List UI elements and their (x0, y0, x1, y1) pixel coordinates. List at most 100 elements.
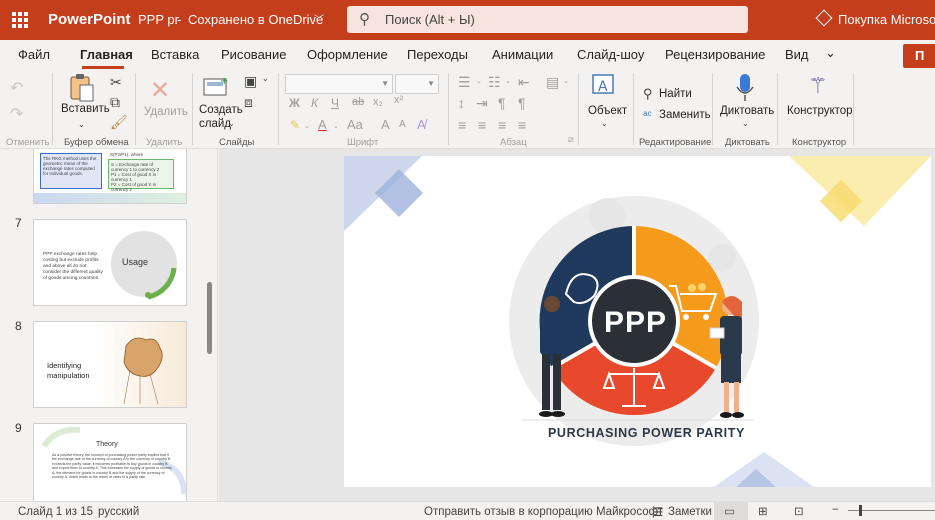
microphone-icon[interactable] (735, 73, 755, 105)
font-name-select[interactable]: ▼ (285, 74, 393, 94)
format-painter-icon[interactable]: 🖌 (110, 115, 128, 129)
notes-button[interactable]: Заметки (668, 506, 712, 518)
search-box[interactable]: ⚲ Поиск (Alt + Ы) (347, 6, 748, 33)
reuse-slides-icon[interactable]: ⧈ (244, 95, 253, 109)
share-button[interactable]: П (903, 44, 935, 68)
numbering-icon[interactable]: ☷ (488, 75, 501, 89)
language-indicator[interactable]: русский (98, 506, 139, 518)
align-text-icon[interactable]: ▤ (546, 75, 559, 89)
slide-thumbnail[interactable]: Theory As a positive theory, the concept… (33, 423, 187, 501)
chevron-down-icon[interactable]: ⌄ (304, 123, 310, 130)
redo-icon[interactable]: ↷ (10, 107, 23, 123)
text-effects-icon[interactable]: Aa (347, 118, 363, 131)
tab-insert[interactable]: Вставка (151, 47, 199, 62)
ppp-badge-text: PPP (604, 306, 668, 339)
tab-review[interactable]: Рецензирование (665, 47, 765, 62)
chevron-down-icon[interactable]: ﹀ (314, 11, 324, 26)
tab-design[interactable]: Оформление (307, 47, 388, 62)
line-spacing-icon[interactable]: ↕ (458, 96, 465, 110)
notes-icon[interactable]: ☰ (653, 505, 663, 519)
font-size-select[interactable]: ▼ (395, 74, 439, 94)
subscript-button[interactable]: x₂ (373, 97, 383, 108)
align-left-icon[interactable]: ≡ (458, 118, 466, 132)
delete-button[interactable]: Удалить (144, 106, 188, 118)
new-slide-icon[interactable]: + (203, 75, 229, 99)
chevron-down-icon[interactable]: ⌄ (476, 78, 482, 85)
rtl-icon[interactable]: ¶ (518, 96, 526, 110)
chevron-down-icon[interactable]: ⌄ (505, 78, 511, 85)
highlight-icon[interactable]: ✎ (290, 119, 300, 131)
dialog-launcher-icon[interactable]: ⧄ (568, 135, 574, 144)
bullets-icon[interactable]: ☰ (458, 75, 471, 89)
superscript-button[interactable]: x² (394, 95, 403, 106)
slide-sorter-icon[interactable]: ⊞ (758, 504, 768, 518)
italic-button[interactable]: К (311, 97, 318, 109)
new-slide-label-1[interactable]: Создать (199, 104, 243, 116)
chevron-down-icon[interactable]: ⌄ (228, 120, 235, 128)
slide-thumbnail[interactable]: Identifying manipulation (33, 321, 187, 408)
shapes-icon[interactable]: A (591, 73, 617, 103)
replace-icon[interactable]: ᵃᶜ (643, 109, 652, 121)
save-status[interactable]: Сохранено в OneDrive (188, 12, 323, 27)
chevron-down-icon[interactable]: ⌄ (742, 120, 749, 128)
reading-view-icon[interactable]: ⊡ (794, 504, 804, 518)
slide-counter[interactable]: Слайд 1 из 15 (18, 506, 93, 518)
paste-button[interactable]: Вставить (61, 103, 110, 115)
increase-font-size-button[interactable]: A (381, 118, 390, 131)
chevron-down-icon[interactable]: ⌄ (262, 75, 269, 83)
decrease-font-size-button[interactable]: A (399, 120, 406, 130)
tab-home[interactable]: Главная (80, 47, 133, 62)
delete-icon[interactable]: ✕ (150, 79, 170, 103)
chevron-down-icon[interactable]: ⌄ (78, 121, 85, 129)
send-feedback-link[interactable]: Отправить отзыв в корпорацию Майкрософт (424, 506, 663, 518)
buy-microsoft-365-link[interactable]: Покупка Microsoft 365 (838, 12, 935, 27)
tab-draw[interactable]: Рисование (221, 47, 286, 62)
divider (633, 73, 634, 145)
tab-animations[interactable]: Анимации (492, 47, 553, 62)
slide-thumbnail[interactable]: PPP exchange rates help costing but excl… (33, 219, 187, 306)
tab-slideshow[interactable]: Слайд-шоу (577, 47, 644, 62)
slide-thumbnail[interactable]: S(P2/P1), where The RKG method uses the … (33, 149, 187, 204)
paste-icon[interactable] (68, 73, 96, 105)
designer-wand-icon[interactable]: ⚚ (808, 75, 828, 97)
align-right-icon[interactable]: ≡ (498, 118, 506, 132)
tab-view[interactable]: Вид (785, 47, 809, 62)
dictate-button[interactable]: Диктовать (720, 105, 774, 117)
zoom-out-icon[interactable]: − (832, 504, 839, 516)
zoom-slider-thumb[interactable] (859, 505, 862, 516)
app-launcher-icon[interactable] (12, 12, 28, 28)
cut-icon[interactable]: ✂ (110, 75, 122, 89)
object-button[interactable]: Объект (588, 105, 627, 117)
more-tabs-chevron-icon[interactable]: ⌄ (825, 45, 836, 61)
thumb-text: S(P2/P1), where (110, 152, 144, 157)
decrease-indent-icon[interactable]: ⇤ (518, 75, 530, 89)
tab-file[interactable]: Файл (18, 47, 50, 62)
copy-icon[interactable]: ⧉ (110, 95, 120, 109)
chevron-down-icon[interactable]: ⌄ (563, 78, 569, 85)
underline-button[interactable]: Ч (331, 97, 339, 109)
indent-icon[interactable]: ⇥ (476, 96, 488, 110)
clear-formatting-icon[interactable]: A̸ (417, 118, 426, 131)
strikethrough-button[interactable]: ab (352, 97, 364, 108)
ltr-icon[interactable]: ¶ (498, 96, 506, 110)
align-center-icon[interactable]: ≡ (478, 118, 486, 132)
tab-transitions[interactable]: Переходы (407, 47, 468, 62)
font-color-icon[interactable]: A (318, 118, 327, 131)
find-button[interactable]: Найти (659, 88, 692, 100)
justify-icon[interactable]: ≡ (518, 118, 526, 132)
replace-button[interactable]: Заменить (659, 109, 711, 121)
ribbon-tabs: Файл Главная Вставка Рисование Оформлени… (0, 40, 935, 69)
chevron-down-icon[interactable]: ⌄ (333, 123, 339, 130)
slide-thumbnails-pane[interactable]: S(P2/P1), where The RKG method uses the … (0, 149, 218, 501)
thumbnail-scrollbar[interactable] (207, 282, 212, 354)
app-name[interactable]: PowerPoint (48, 11, 131, 28)
designer-button[interactable]: Конструктор (787, 105, 853, 117)
document-title[interactable]: PPP pr (138, 12, 179, 27)
search-icon[interactable]: ⚲ (643, 86, 653, 101)
premium-diamond-icon (815, 9, 833, 27)
layout-icon[interactable]: ▣ (244, 74, 257, 88)
undo-icon[interactable]: ↶ (10, 81, 23, 97)
new-slide-label-2[interactable]: слайд (199, 118, 231, 130)
bold-button[interactable]: Ж (289, 97, 300, 109)
chevron-down-icon[interactable]: ⌄ (601, 120, 608, 128)
